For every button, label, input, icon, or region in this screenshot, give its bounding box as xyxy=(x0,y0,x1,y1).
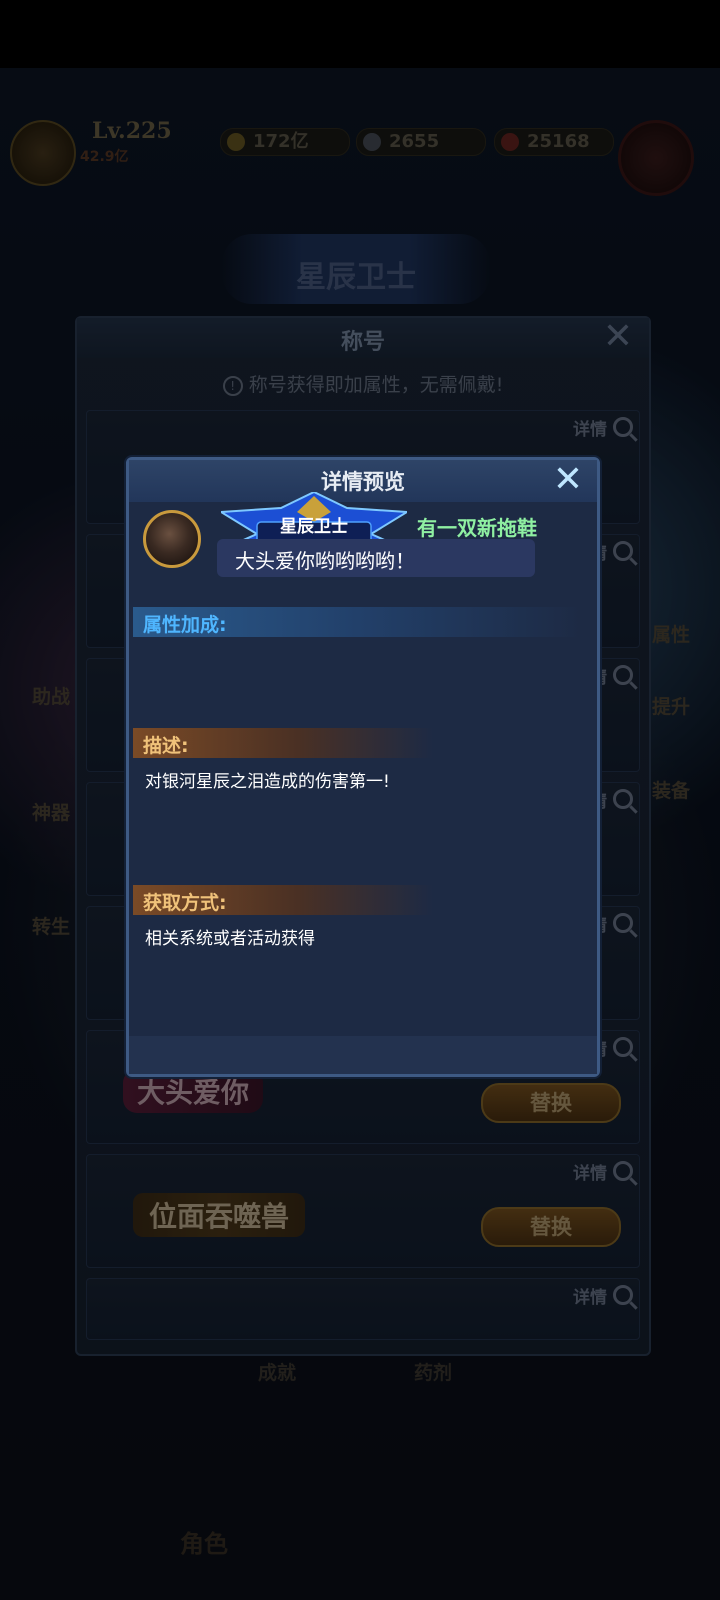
attribute-heading: 属性加成: xyxy=(143,614,227,636)
description-text: 对银河星辰之泪造成的伤害第一! xyxy=(145,772,390,792)
avatar xyxy=(143,510,201,568)
modal-footer xyxy=(129,1036,597,1074)
close-icon[interactable]: ✕ xyxy=(547,460,589,502)
emblem-title-text: 星辰卫士 xyxy=(280,517,348,537)
description-heading: 描述: xyxy=(143,735,189,757)
player-name: 有一双新拖鞋 xyxy=(417,516,537,540)
obtain-text: 相关系统或者活动获得 xyxy=(145,929,315,949)
signature-text: 大头爱你哟哟哟哟！ xyxy=(235,549,415,573)
obtain-heading: 获取方式: xyxy=(143,892,227,914)
detail-preview-modal: 详情预览 ✕ 星辰卫士 有一双新拖鞋 大头爱你哟哟哟哟！ 属性加成: 描述: 对… xyxy=(126,457,600,1077)
